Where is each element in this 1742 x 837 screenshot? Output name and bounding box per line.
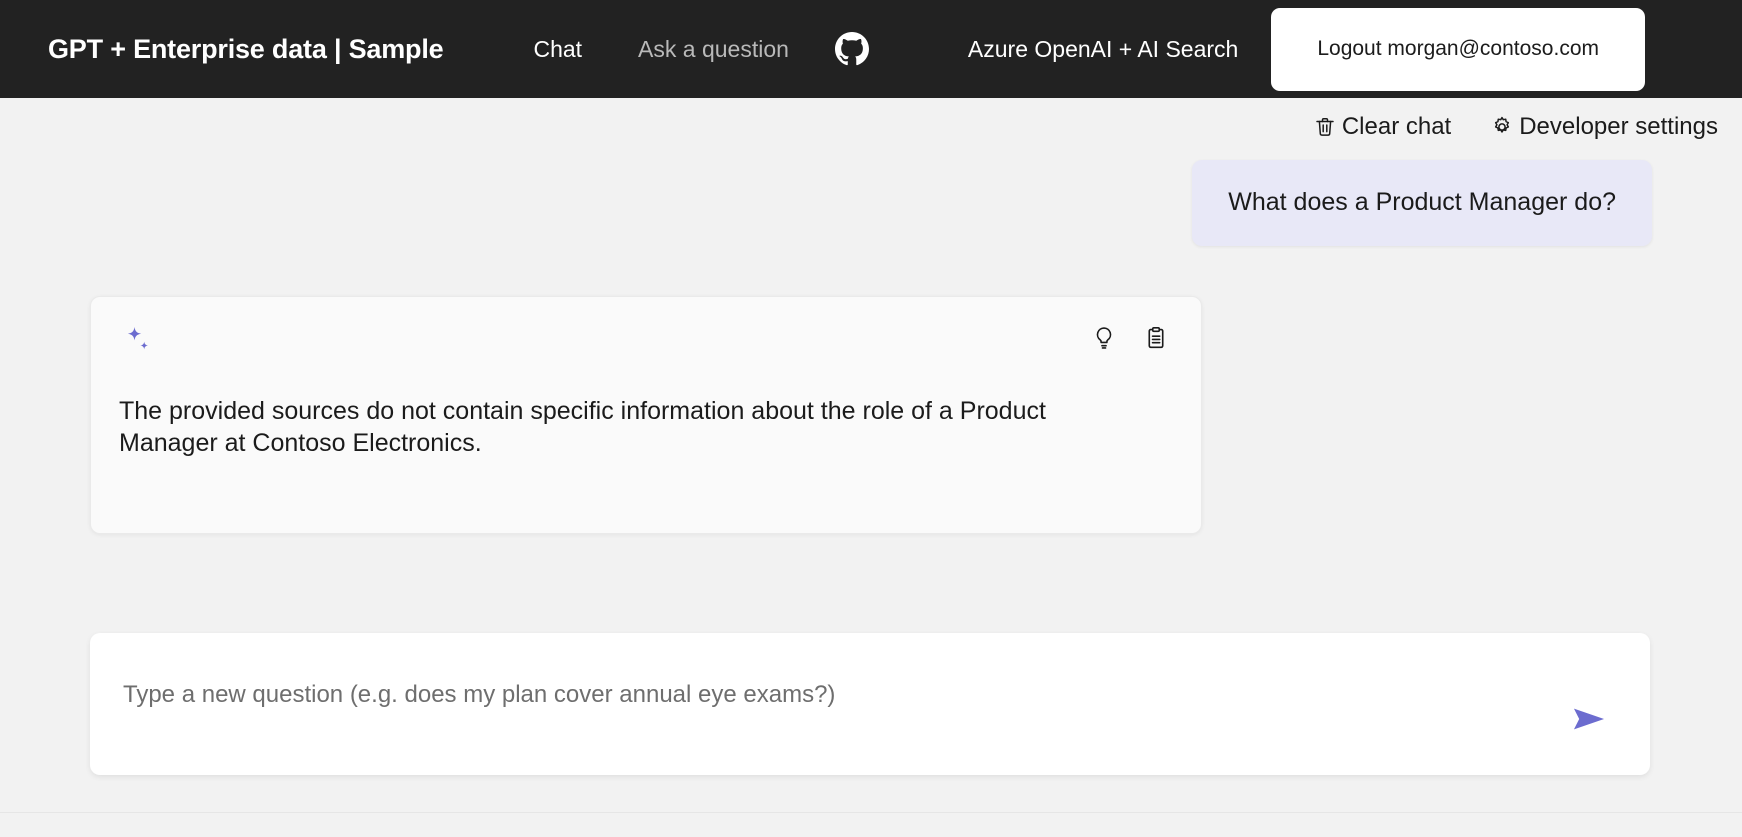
github-icon[interactable] — [834, 32, 869, 66]
clear-chat-label: Clear chat — [1341, 113, 1452, 140]
chat-area: What does a Product Manager do? The prov… — [0, 160, 1742, 615]
nav-ask-a-question[interactable]: Ask a question — [632, 32, 795, 67]
send-arrow-icon — [1568, 698, 1610, 743]
answer-card-header — [119, 319, 1173, 371]
app-header: GPT + Enterprise data | Sample Chat Ask … — [0, 0, 1742, 98]
clipboard-list-icon — [1143, 325, 1169, 354]
header-right: Azure OpenAI + AI Search Logout morgan@c… — [968, 0, 1645, 98]
lightbulb-icon — [1091, 325, 1117, 354]
clear-chat-button[interactable]: Clear chat — [1310, 110, 1453, 144]
gear-icon — [1489, 114, 1515, 140]
answer-text: The provided sources do not contain spec… — [119, 396, 1046, 457]
commands-row: Clear chat Developer settings — [1310, 110, 1720, 144]
user-message-row: What does a Product Manager do? — [0, 160, 1742, 246]
header-nav: Chat Ask a question — [527, 32, 869, 67]
developer-settings-button[interactable]: Developer settings — [1487, 110, 1720, 144]
question-input[interactable] — [90, 633, 1490, 727]
answer-actions — [1089, 325, 1171, 355]
sparkle-icon — [121, 323, 161, 363]
logout-button[interactable]: Logout morgan@contoso.com — [1271, 7, 1645, 91]
answer-card: The provided sources do not contain spec… — [90, 295, 1202, 534]
footer-divider — [0, 812, 1742, 813]
show-thought-process-button[interactable] — [1089, 325, 1119, 355]
trash-icon — [1312, 114, 1338, 140]
app-title: GPT + Enterprise data | Sample — [48, 33, 444, 64]
question-input-container — [90, 633, 1650, 775]
show-supporting-content-button[interactable] — [1141, 325, 1171, 355]
app-subtitle: Azure OpenAI + AI Search — [967, 35, 1239, 62]
answer-row: The provided sources do not contain spec… — [0, 295, 1742, 534]
nav-chat[interactable]: Chat — [527, 32, 588, 67]
user-message-bubble: What does a Product Manager do? — [1192, 160, 1652, 246]
developer-settings-label: Developer settings — [1519, 113, 1718, 140]
send-question-button[interactable] — [1564, 695, 1614, 745]
